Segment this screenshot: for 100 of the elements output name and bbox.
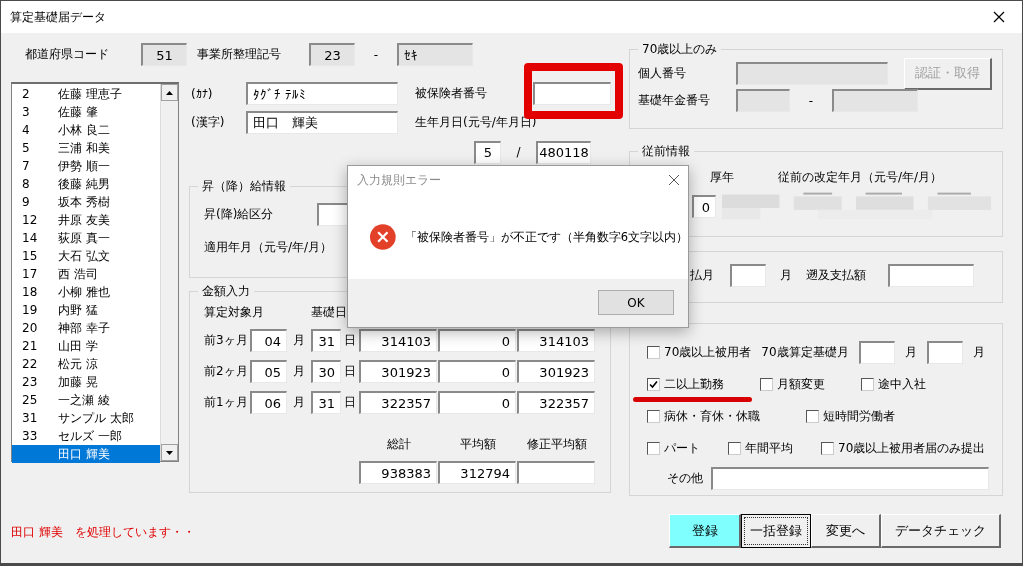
total-field[interactable]: 938383 xyxy=(359,461,437,484)
up-arrow-icon[interactable] xyxy=(166,90,173,95)
checkbox[interactable] xyxy=(647,441,660,455)
checkbox-label[interactable]: 70歳以上被用者届のみ提出 xyxy=(838,439,986,457)
employee-list-item[interactable]: 8 後藤 純男 xyxy=(12,175,160,193)
close-icon[interactable] xyxy=(668,174,680,186)
office-code-suffix-field[interactable]: ｾｷ xyxy=(397,43,473,66)
column-header: 総計 xyxy=(385,436,412,453)
employee-list-item[interactable]: 14 荻原 真一 xyxy=(12,229,160,247)
month-field[interactable]: 05 xyxy=(250,360,287,383)
unit-label: 月 xyxy=(292,332,306,349)
action-button[interactable]: 変更へ xyxy=(811,514,881,548)
separator: - xyxy=(807,93,815,108)
checkbox[interactable] xyxy=(821,441,834,455)
amount-field[interactable]: 322357 xyxy=(517,391,595,414)
field-label: 月 xyxy=(904,343,917,361)
employee-list[interactable]: 2 佐藤 理恵子 3 佐藤 肇 4 小林 良二 5 三浦 和美 7 伊勢 順一 8 後藤 純男 9 坂本 秀樹 12 井原 友美 14 荻原 真一 15 大石 弘文 17 西 浩司 18 小柳 雅也 19 内野 猛 20 神部 幸子 21 山田 学 22 松元 涼 23 加藤 晃 25 一之瀬 綾 31 サンプル 太郎 33 セルズ 一郎 田口 輝美 xyxy=(11,82,179,462)
previous-amount-field[interactable]: 0 xyxy=(692,195,716,218)
birth-date-field[interactable]: 480118 xyxy=(536,140,591,164)
checkbox-label[interactable]: 途中入社 xyxy=(878,375,926,393)
employee-list-item[interactable]: 4 小林 良二 xyxy=(12,121,160,139)
employee-list-item[interactable]: 2 佐藤 理恵子 xyxy=(12,85,160,103)
employee-list-item[interactable]: 15 大石 弘文 xyxy=(12,247,160,265)
checkbox-label[interactable]: 月額変更 xyxy=(777,375,825,393)
employee-list-item[interactable]: 22 松元 涼 xyxy=(12,355,160,373)
employee-list-item[interactable]: 33 セルズ 一郎 xyxy=(12,427,160,445)
group-title: 従前情報 xyxy=(638,143,694,160)
field-label: 基礎年金番号 xyxy=(638,92,711,109)
amount-field[interactable]: 322357 xyxy=(359,391,437,414)
office-code-field[interactable]: 23 xyxy=(309,43,355,66)
days-field[interactable]: 31 xyxy=(311,329,341,352)
other-field[interactable] xyxy=(711,466,989,490)
employee-list-item[interactable]: 3 佐藤 肇 xyxy=(12,103,160,121)
days-field[interactable]: 30 xyxy=(311,360,341,383)
checkbox-label[interactable]: パート xyxy=(664,439,700,457)
retro-payment-field[interactable] xyxy=(888,264,974,287)
amount-field[interactable]: 0 xyxy=(438,360,516,383)
month-field[interactable]: 06 xyxy=(250,391,287,414)
down-arrow-icon[interactable] xyxy=(166,450,173,455)
amount-field[interactable]: 301923 xyxy=(517,360,595,383)
era-field[interactable]: 5 xyxy=(474,140,501,164)
unit-label: 月 xyxy=(779,267,793,284)
checkbox[interactable] xyxy=(647,377,660,391)
employee-list-item[interactable]: 31 サンプル 太郎 xyxy=(12,409,160,427)
checkbox[interactable] xyxy=(861,377,874,391)
kana-name-field[interactable]: ﾀｸﾞﾁ ﾃﾙﾐ xyxy=(246,82,398,105)
checkbox[interactable] xyxy=(806,409,819,423)
month-field[interactable] xyxy=(858,340,895,364)
pension-number-field[interactable] xyxy=(832,89,918,112)
prefecture-code-field[interactable]: 51 xyxy=(141,43,187,66)
row-label: 前1ヶ月 xyxy=(204,394,249,411)
kanji-name-field[interactable]: 田口 輝美 xyxy=(246,111,398,134)
amount-field[interactable]: 301923 xyxy=(359,360,437,383)
days-field[interactable]: 31 xyxy=(311,391,341,414)
checkbox-label[interactable]: 年間平均 xyxy=(745,439,793,457)
amount-field[interactable]: 0 xyxy=(438,329,516,352)
payment-month-field[interactable] xyxy=(730,264,766,287)
field-label: 事業所整理記号 xyxy=(197,46,282,63)
total-field[interactable]: 312794 xyxy=(438,461,516,484)
field-label: 遡及支払額 xyxy=(806,267,867,284)
checkbox-label[interactable]: 短時間労働者 xyxy=(823,407,895,425)
employee-list-item[interactable]: 25 一之瀬 綾 xyxy=(12,391,160,409)
field-label: その他 xyxy=(667,469,703,487)
checkbox[interactable] xyxy=(728,441,741,455)
scroll-down-button[interactable] xyxy=(161,444,178,461)
employee-list-item[interactable]: 23 加藤 晃 xyxy=(12,373,160,391)
unit-label: 日 xyxy=(343,363,357,380)
action-button[interactable]: 一括登録 xyxy=(741,514,811,548)
employee-list-item[interactable]: 20 神部 幸子 xyxy=(12,319,160,337)
checkbox-label[interactable]: 病休・育休・休職 xyxy=(664,407,760,425)
month-field[interactable] xyxy=(926,340,963,364)
employee-list-item[interactable]: 17 西 浩司 xyxy=(12,265,160,283)
employee-list-item[interactable]: 12 井原 友美 xyxy=(12,211,160,229)
employee-list-item[interactable]: 7 伊勢 順一 xyxy=(12,157,160,175)
personal-number-field[interactable] xyxy=(736,62,888,85)
employee-list-item[interactable]: 21 山田 学 xyxy=(12,337,160,355)
amount-field[interactable]: 314103 xyxy=(359,329,437,352)
checkbox-label[interactable]: 70歳以上被用者 xyxy=(664,343,752,361)
insured-number-field[interactable] xyxy=(533,82,611,105)
month-field[interactable]: 04 xyxy=(250,329,287,352)
amount-field[interactable]: 0 xyxy=(438,391,516,414)
scroll-up-button[interactable] xyxy=(161,84,178,101)
checkbox[interactable] xyxy=(760,377,773,391)
action-button[interactable]: データチェック xyxy=(881,514,1001,548)
total-field[interactable] xyxy=(517,461,595,484)
employee-list-item[interactable]: 19 内野 猛 xyxy=(12,301,160,319)
field-label: (漢字) xyxy=(191,114,226,131)
field-label: 適用年月（元号/年/月） xyxy=(204,239,333,256)
employee-list-item[interactable]: 田口 輝美 xyxy=(12,445,160,463)
amount-field[interactable]: 314103 xyxy=(517,329,595,352)
employee-list-item[interactable]: 5 三浦 和美 xyxy=(12,139,160,157)
checkbox-label[interactable]: 二以上勤務 xyxy=(664,375,724,393)
checkbox[interactable] xyxy=(647,345,660,359)
ok-button[interactable]: OK xyxy=(598,290,674,315)
employee-list-item[interactable]: 18 小柳 雅也 xyxy=(12,283,160,301)
close-icon[interactable] xyxy=(993,11,1005,23)
pension-number-field[interactable] xyxy=(736,89,790,112)
action-button[interactable]: 登録 xyxy=(669,514,741,548)
employee-list-item[interactable]: 9 坂本 秀樹 xyxy=(12,193,160,211)
checkbox[interactable] xyxy=(647,409,660,423)
